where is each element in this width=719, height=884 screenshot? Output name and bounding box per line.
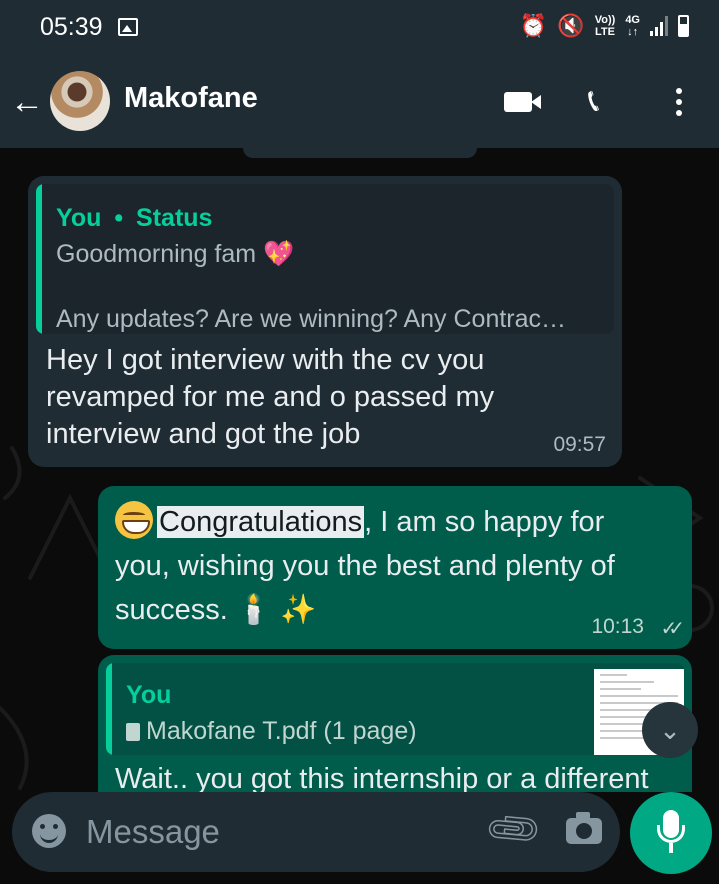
quote-context-label: Status (136, 204, 213, 232)
signal-bar (655, 27, 658, 36)
double-chevron-down-icon: ⌄ (659, 715, 681, 745)
quote-author: You (126, 681, 172, 709)
status-time: 05:39 (40, 13, 103, 41)
signal-strength-icon (650, 16, 668, 36)
video-call-icon[interactable] (504, 92, 541, 112)
read-ticks-icon: ✓✓ (660, 618, 684, 640)
grinning-emoji-icon (115, 501, 153, 539)
message-line-rest: , I am so happy for (364, 506, 605, 538)
attach-icon[interactable]: 📎︎ (482, 798, 547, 863)
signal-bar (665, 16, 668, 36)
quote-accent-bar (36, 184, 42, 334)
camera-icon[interactable] (566, 812, 602, 844)
image-notification-icon (118, 18, 138, 36)
signal-bar (650, 31, 653, 36)
message-line: interview and got the job (46, 418, 361, 450)
message-line: revamped for me and o passed my (46, 381, 495, 413)
quote-separator: • (114, 204, 124, 232)
quoted-status[interactable]: You • Status Goodmorning fam 💖 Any updat… (36, 184, 614, 334)
previous-message-tail (243, 148, 477, 158)
quote-line-1: Goodmorning fam 💖 (56, 240, 295, 268)
battery-icon (678, 15, 689, 37)
contact-name[interactable]: Makofane (124, 82, 258, 115)
volte-indicator: Vo)) LTE (595, 14, 616, 38)
back-arrow-icon[interactable]: ← (10, 82, 44, 122)
status-icons: ⏰ 🔇 Vo)) LTE 4G ↓↑ (520, 12, 689, 40)
selected-text-highlight[interactable]: Congratulations (157, 506, 365, 538)
avatar[interactable] (50, 71, 110, 131)
message-line: success. 🕯️ ✨ (115, 594, 317, 626)
outgoing-message[interactable]: Congratulations, I am so happy for you, … (98, 486, 692, 649)
voice-message-button[interactable] (630, 792, 712, 874)
message-text: Congratulations, I am so happy for you, … (115, 500, 615, 632)
data-type-label: 4G (625, 14, 640, 26)
data-arrows-label: ↓↑ (627, 26, 639, 38)
attachment-name: Makofane T.pdf (1 page) (146, 717, 417, 745)
incoming-message[interactable]: You • Status Goodmorning fam 💖 Any updat… (28, 176, 622, 467)
message-composer[interactable]: Message 📎︎ (12, 792, 620, 872)
more-options-icon[interactable] (676, 88, 682, 116)
quote-attachment-line: Makofane T.pdf (1 page) (126, 717, 417, 746)
voice-call-icon[interactable]: 📞︎ (588, 80, 599, 120)
message-text: Wait.. you got this internship or a diff… (115, 763, 649, 792)
message-input[interactable]: Message (86, 813, 220, 851)
message-text: Hey I got interview with the cv you reva… (46, 342, 494, 453)
message-line: Hey I got interview with the cv you (46, 344, 485, 376)
quote-author-label: You (56, 204, 102, 232)
microphone-icon-cup (657, 825, 685, 843)
document-icon (126, 723, 140, 741)
volte-label: Vo)) (594, 14, 616, 26)
scroll-to-bottom-button[interactable]: ⌄ (642, 702, 698, 758)
quote-author: You • Status (56, 204, 212, 233)
outgoing-message-with-quote[interactable]: You Makofane T.pdf (1 page) Wait.. you g… (98, 655, 692, 792)
quote-accent-bar (106, 663, 112, 755)
message-list[interactable]: You • Status Goodmorning fam 💖 Any updat… (0, 148, 719, 792)
mute-icon: 🔇 (557, 13, 585, 38)
quote-line-2: Any updates? Are we winning? Any Contrac… (56, 305, 567, 333)
signal-bar (660, 22, 663, 36)
emoji-icon[interactable] (32, 814, 66, 848)
message-line: you, wishing you the best and plenty of (115, 550, 615, 582)
alarm-icon: ⏰ (519, 13, 548, 38)
message-time: 09:57 (553, 433, 606, 456)
chat-header: ← Makofane 📞︎ (0, 58, 719, 148)
status-bar: 05:39 ⏰ 🔇 Vo)) LTE 4G ↓↑ (0, 0, 719, 58)
microphone-icon-stem (669, 843, 673, 853)
quoted-attachment[interactable]: You Makofane T.pdf (1 page) (106, 663, 684, 755)
lte-label: LTE (595, 26, 615, 38)
message-line: Congratulations, I am so happy for (115, 500, 615, 544)
data-indicator: 4G ↓↑ (625, 14, 640, 38)
message-time: 10:13 (591, 615, 644, 638)
